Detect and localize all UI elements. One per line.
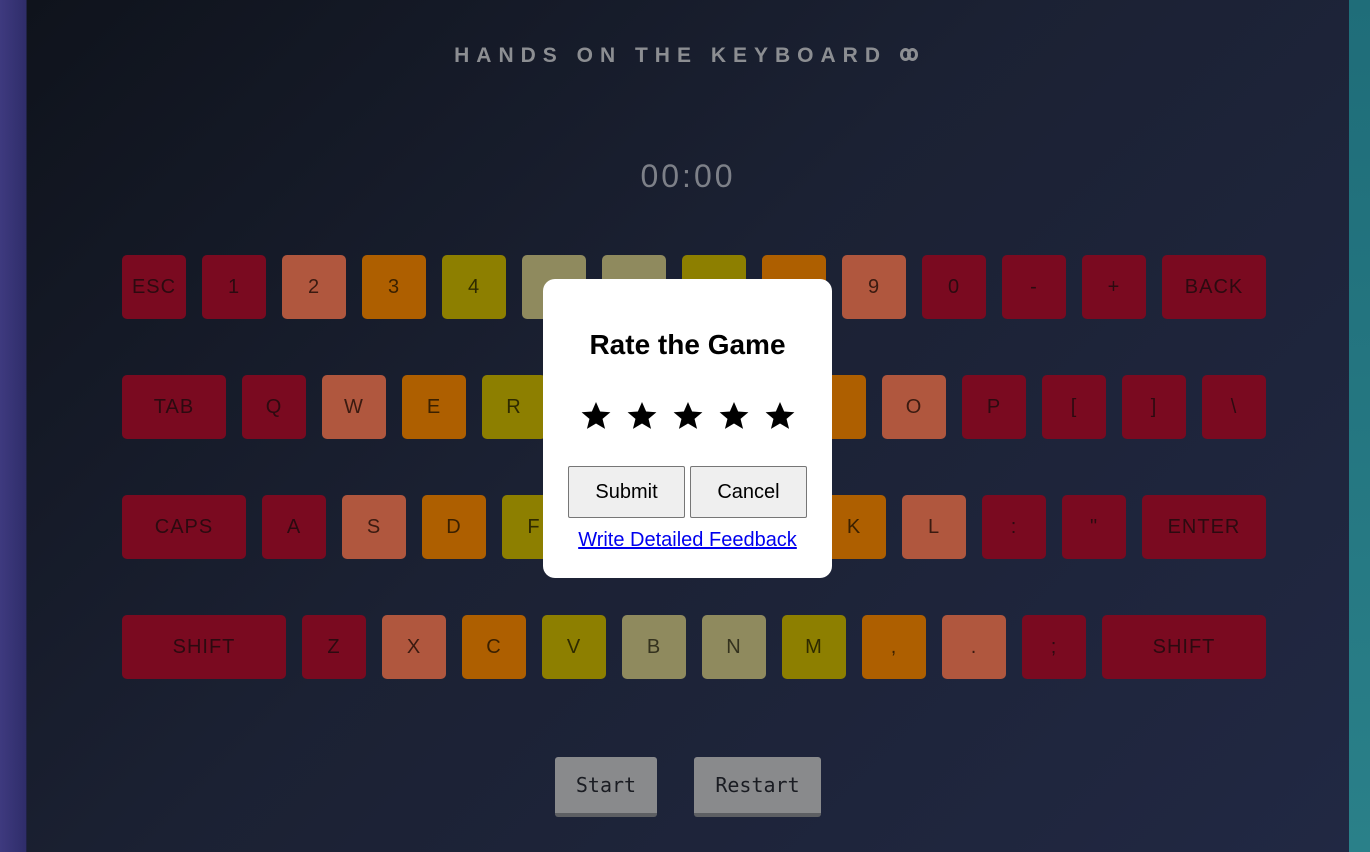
key-o[interactable]: O (882, 375, 946, 439)
key-comma[interactable]: , (862, 615, 926, 679)
key-c[interactable]: C (462, 615, 526, 679)
key-x[interactable]: X (382, 615, 446, 679)
key-3[interactable]: 3 (362, 255, 426, 319)
star-icon[interactable] (577, 397, 615, 435)
key-1[interactable]: 1 (202, 255, 266, 319)
key-9[interactable]: 9 (842, 255, 906, 319)
key-d[interactable]: D (422, 495, 486, 559)
restart-button[interactable]: Restart (694, 757, 821, 817)
key-p[interactable]: P (962, 375, 1026, 439)
timer-display: 00:00 (640, 158, 736, 194)
start-button[interactable]: Start (555, 757, 657, 817)
key-r[interactable]: R (482, 375, 546, 439)
modal-title: Rate the Game (589, 329, 786, 360)
cancel-button[interactable]: Cancel (690, 466, 807, 518)
key-n[interactable]: N (702, 615, 766, 679)
page-edge-right (1349, 0, 1370, 852)
key-right-bracket[interactable]: ] (1122, 375, 1186, 439)
key-2[interactable]: 2 (282, 255, 346, 319)
key-4[interactable]: 4 (442, 255, 506, 319)
key-shift-left[interactable]: SHIFT (122, 615, 286, 679)
star-icon[interactable] (761, 397, 799, 435)
key-a[interactable]: A (262, 495, 326, 559)
key-z[interactable]: Z (302, 615, 366, 679)
key-tab[interactable]: TAB (122, 375, 226, 439)
key-caps[interactable]: CAPS (122, 495, 246, 559)
key-minus[interactable]: - (1002, 255, 1066, 319)
star-icon[interactable] (715, 397, 753, 435)
key-period[interactable]: . (942, 615, 1006, 679)
key-shift-right[interactable]: SHIFT (1102, 615, 1266, 679)
submit-button[interactable]: Submit (568, 466, 685, 518)
key-enter[interactable]: ENTER (1142, 495, 1266, 559)
key-0[interactable]: 0 (922, 255, 986, 319)
key-left-bracket[interactable]: [ (1042, 375, 1106, 439)
key-w[interactable]: W (322, 375, 386, 439)
game-title: HANDS ON THE KEYBOARD (27, 44, 1349, 68)
key-q[interactable]: Q (242, 375, 306, 439)
key-esc[interactable]: ESC (122, 255, 186, 319)
infinity-icon (898, 47, 922, 64)
star-icon[interactable] (623, 397, 661, 435)
key-backslash[interactable]: \ (1202, 375, 1266, 439)
star-icon[interactable] (669, 397, 707, 435)
key-colon[interactable]: : (982, 495, 1046, 559)
feedback-link[interactable]: Write Detailed Feedback (543, 529, 832, 552)
key-l[interactable]: L (902, 495, 966, 559)
key-v[interactable]: V (542, 615, 606, 679)
key-e[interactable]: E (402, 375, 466, 439)
key-plus[interactable]: + (1082, 255, 1146, 319)
key-b[interactable]: B (622, 615, 686, 679)
star-rating (543, 397, 832, 435)
key-semicolon[interactable]: ; (1022, 615, 1086, 679)
game-title-text: HANDS ON THE KEYBOARD (454, 44, 887, 67)
rating-modal: Rate the Game Submit Cancel Write Detail… (543, 279, 832, 578)
key-quote[interactable]: " (1062, 495, 1126, 559)
key-s[interactable]: S (342, 495, 406, 559)
key-m[interactable]: M (782, 615, 846, 679)
key-back[interactable]: BACK (1162, 255, 1266, 319)
